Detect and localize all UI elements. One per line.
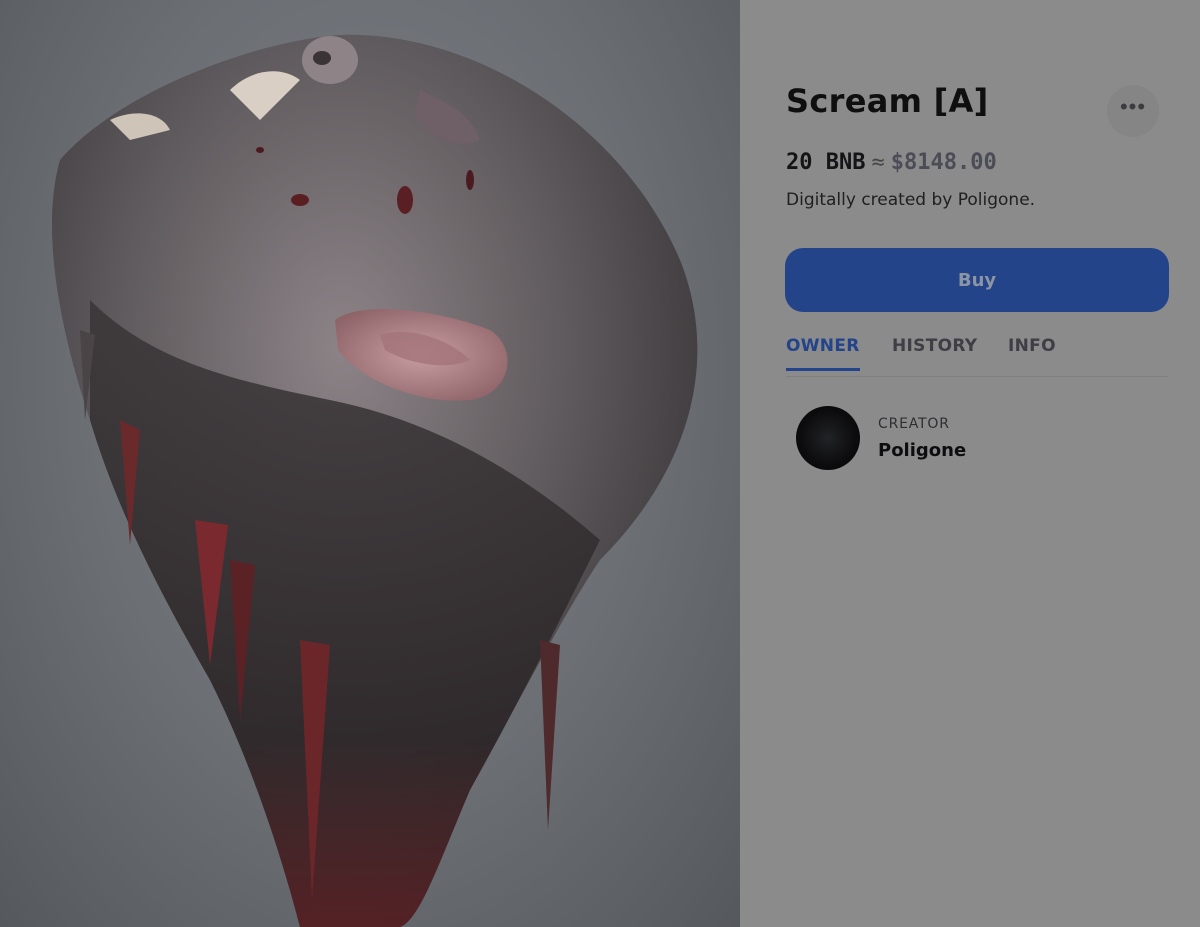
price-fiat: $8148.00	[890, 150, 997, 175]
creator-caption: CREATOR	[878, 416, 950, 432]
tab-info[interactable]: INFO	[1008, 336, 1056, 368]
artwork-image	[0, 0, 740, 927]
item-detail-panel: Scream [A] ••• 20 BNB ≈ $8148.00 Digitally…	[740, 0, 1200, 927]
price-row: 20 BNB ≈ $8148.00	[786, 150, 997, 175]
creator-avatar[interactable]	[796, 406, 860, 470]
detail-tabs: OWNER HISTORY INFO	[786, 330, 1168, 377]
more-horizontal-icon: •••	[1119, 94, 1147, 119]
price-crypto: 20 BNB	[786, 150, 866, 175]
item-title: Scream [A]	[786, 82, 989, 120]
more-options-button[interactable]: •••	[1107, 85, 1159, 137]
tab-owner[interactable]: OWNER	[786, 336, 860, 371]
buy-button[interactable]: Buy	[785, 248, 1169, 312]
artwork-illustration	[51, 34, 698, 927]
creator-name[interactable]: Poligone	[878, 440, 966, 461]
approx-symbol: ≈	[871, 150, 885, 175]
tab-history[interactable]: HISTORY	[892, 336, 977, 368]
item-description: Digitally created by Poligone.	[786, 190, 1036, 210]
